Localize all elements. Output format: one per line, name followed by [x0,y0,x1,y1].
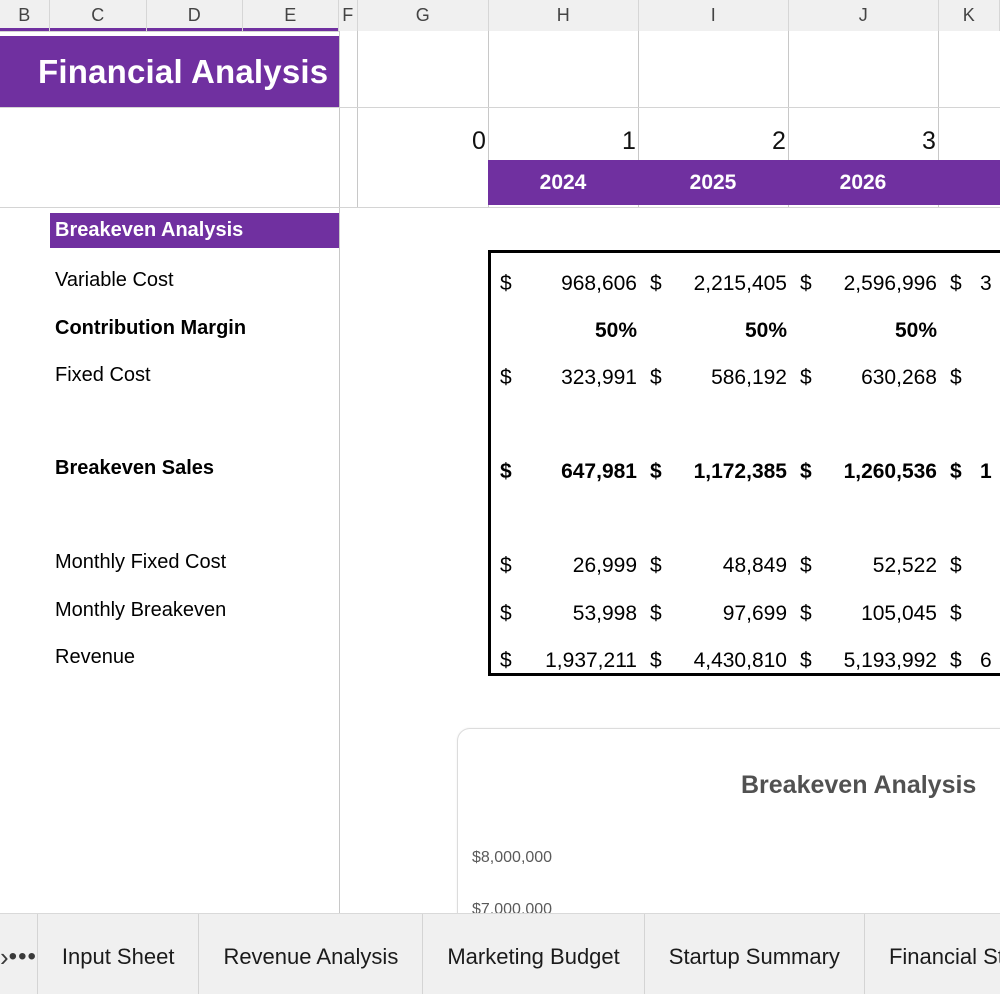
cell-value-contribution-margin-2025[interactable]: 50% [650,314,787,347]
cell-value-monthly-breakeven-2024[interactable]: 53,998 [500,597,637,630]
cell-value-variable-cost-2025[interactable]: 2,215,405 [650,267,787,300]
row-label-variable-cost: Variable Cost [55,264,174,297]
excel-worksheet: B C D E F G H I J K Financial Analysis 0… [0,0,1000,1000]
sheet-tab-marketing-budget[interactable]: Marketing Budget [422,914,643,1000]
cell-value-fixed-cost-2024[interactable]: 323,991 [500,361,637,394]
gridline-horizontal-top [0,31,339,32]
year-header-2026: 2026 [788,160,938,205]
cell-value-revenue-2027[interactable]: 6 [950,644,1000,677]
index-number-3: 3 [839,123,1000,159]
chart-ytick-label-8m: $8,000,000 [472,849,552,867]
year-header-2024: 2024 [488,160,638,205]
row-label-monthly-breakeven: Monthly Breakeven [55,594,226,627]
row-label-revenue: Revenue [55,641,135,674]
gridline-vertical-ef [339,31,340,913]
gridline-horizontal-r2 [0,107,1000,108]
column-header-e[interactable]: E [243,0,339,31]
sheet-title-text: Financial Analysis [38,53,328,91]
chart-ytick-label-7m: $7,000,000 [472,901,552,913]
cell-value-breakeven-sales-2026[interactable]: 1,260,536 [800,455,937,488]
column-header-k[interactable]: K [939,0,1000,31]
cell-value-monthly-fixed-cost-2025[interactable]: 48,849 [650,549,787,582]
row-label-contribution-margin: Contribution Margin [55,312,246,345]
section-label-breakeven-analysis: Breakeven Analysis [50,213,339,248]
sheet-tab-revenue-analysis[interactable]: Revenue Analysis [198,914,422,1000]
section-label-text: Breakeven Analysis [55,219,243,242]
cell-value-revenue-2025[interactable]: 4,430,810 [650,644,787,677]
cell-value-revenue-2024[interactable]: 1,937,211 [500,644,637,677]
sheet-tab-input-sheet[interactable]: Input Sheet [37,914,199,1000]
column-header-c[interactable]: C [50,0,147,31]
cell-value-contribution-margin-2027[interactable] [950,314,1000,347]
cell-value-contribution-margin-2026[interactable]: 50% [800,314,937,347]
column-header-d[interactable]: D [147,0,243,31]
tab-bar-bottom-edge [0,994,1000,1000]
sheet-tab-financial-statements[interactable]: Financial Sta [864,914,1000,1000]
column-header-j[interactable]: J [789,0,939,31]
column-header-b[interactable]: B [0,0,50,31]
cell-value-fixed-cost-2025[interactable]: 586,192 [650,361,787,394]
cell-value-variable-cost-2027[interactable]: 3 [950,267,1000,300]
worksheet-grid[interactable]: Financial Analysis 0 1 2 3 2024 2025 202… [0,31,1000,913]
cell-value-breakeven-sales-2027[interactable]: 1 [950,455,1000,488]
breakeven-analysis-chart[interactable]: Breakeven Analysis $8,000,000 $7,000,000 [457,728,1000,913]
year-header-2025: 2025 [638,160,788,205]
column-header-f[interactable]: F [339,0,358,31]
more-sheets-ellipsis-icon[interactable]: ••• [9,914,37,1000]
sheet-title-banner: Financial Analysis [0,36,339,107]
cell-value-monthly-breakeven-2027[interactable] [950,597,1000,630]
chart-title: Breakeven Analysis [741,771,976,800]
cell-value-monthly-fixed-cost-2024[interactable]: 26,999 [500,549,637,582]
gridline-vertical-fg [357,31,358,207]
row-label-monthly-fixed-cost: Monthly Fixed Cost [55,546,226,579]
gridline-horizontal-r3 [0,207,1000,208]
cell-value-fixed-cost-2026[interactable]: 630,268 [800,361,937,394]
cell-value-variable-cost-2026[interactable]: 2,596,996 [800,267,937,300]
row-label-fixed-cost: Fixed Cost [55,359,151,392]
cell-value-breakeven-sales-2025[interactable]: 1,172,385 [650,455,787,488]
cell-value-monthly-fixed-cost-2026[interactable]: 52,522 [800,549,937,582]
row-label-breakeven-sales: Breakeven Sales [55,452,214,485]
column-header-bar: B C D E F G H I J K [0,0,1000,31]
next-sheet-arrow-icon[interactable]: › [0,914,9,1000]
cell-value-fixed-cost-2027[interactable] [950,361,1000,394]
column-header-g[interactable]: G [358,0,489,31]
column-header-i[interactable]: I [639,0,789,31]
sheet-tab-startup-summary[interactable]: Startup Summary [644,914,864,1000]
cell-value-variable-cost-2024[interactable]: 968,606 [500,267,637,300]
cell-value-contribution-margin-2024[interactable]: 50% [500,314,637,347]
cell-value-revenue-2026[interactable]: 5,193,992 [800,644,937,677]
cell-value-monthly-breakeven-2025[interactable]: 97,699 [650,597,787,630]
cell-value-breakeven-sales-2024[interactable]: 647,981 [500,455,637,488]
column-header-h[interactable]: H [489,0,639,31]
cell-value-monthly-breakeven-2026[interactable]: 105,045 [800,597,937,630]
sheet-tab-bar: › ••• Input Sheet Revenue Analysis Marke… [0,913,1000,1000]
breakeven-data-table[interactable]: $ 968,606 $ 2,215,405 $ 2,596,996 $ 3 50… [488,250,1000,676]
cell-value-monthly-fixed-cost-2027[interactable] [950,549,1000,582]
